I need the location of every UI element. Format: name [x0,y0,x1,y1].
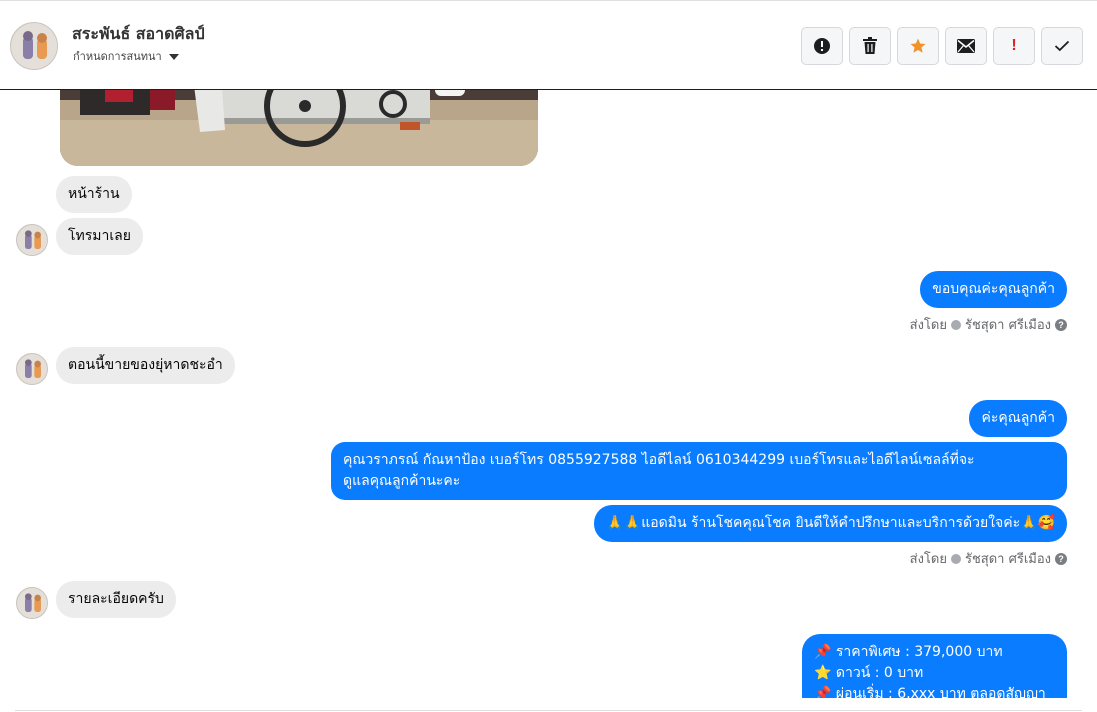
check-icon [1054,40,1070,52]
delete-button[interactable] [849,27,891,65]
photo-attachment[interactable] [60,90,538,166]
header-actions: ! [801,27,1083,65]
done-button[interactable] [1041,27,1083,65]
sent-by-agent: รัชสุดา ศรีเมือง [964,318,1051,333]
mark-unread-button[interactable] [945,27,987,65]
important-button[interactable]: ! [993,27,1035,65]
sent-by-label: ส่งโดย [909,552,947,567]
outgoing-message[interactable]: คุณวราภรณ์ กัณหาป้อง เบอร์โทร 0855927588… [331,442,1067,500]
contact-avatar[interactable] [10,22,58,70]
message-line: คุณวราภรณ์ กัณหาป้อง เบอร์โทร 0855927588… [343,452,975,468]
verified-icon [950,553,961,564]
sent-by-info: ส่งโดย รัชสุดา ศรีเมือง ? [910,314,1067,335]
outgoing-message[interactable]: 🙏🙏แอดมิน ร้านโชคคุณโชค ยินดีให้คำปรึกษาแ… [594,505,1067,542]
incoming-message[interactable]: รายละเอียดครับ [56,581,176,618]
incoming-message[interactable]: โทรมาเลย [56,218,143,255]
alert-circle-icon [814,38,830,54]
sent-by-agent: รัชสุดา ศรีเมือง [964,552,1051,567]
star-icon [910,38,926,53]
report-button[interactable] [801,27,843,65]
message-line: ดูแลคุณลูกค้านะคะ [343,473,461,489]
sender-avatar[interactable] [16,224,48,256]
contact-name: สระพันธ์ สอาดศิลป์ [72,24,205,43]
verified-icon [950,319,961,330]
message-line: ⭐ ดาวน์ : 0 บาท [814,665,924,681]
incoming-message[interactable]: ตอนนี้ขายของยุ่หาดชะอำ [56,347,235,384]
message-list: หน้าร้าน โทรมาเลย ขอบคุณค่ะคุณลูกค้า ส่ง… [0,90,1097,712]
outgoing-message[interactable]: ขอบคุณค่ะคุณลูกค้า [920,271,1067,308]
help-icon[interactable]: ? [1055,552,1067,565]
assign-label: กำหนดการสนทนา [73,50,162,63]
sender-avatar[interactable] [16,587,48,619]
help-icon[interactable]: ? [1055,318,1067,331]
outgoing-message[interactable]: ค่ะคุณลูกค้า [969,400,1067,437]
caret-down-icon [168,54,179,60]
star-button[interactable] [897,27,939,65]
conversation-header: สระพันธ์ สอาดศิลป์ กำหนดการสนทนา ! [0,0,1097,90]
composer-divider [15,710,1082,711]
sender-avatar[interactable] [16,353,48,385]
trash-icon [863,37,877,54]
sent-by-label: ส่งโดย [909,318,947,333]
assign-conversation-dropdown[interactable]: กำหนดการสนทนา [73,47,179,65]
sent-by-info: ส่งโดย รัชสุดา ศรีเมือง ? [910,548,1067,569]
incoming-message[interactable]: หน้าร้าน [56,176,132,213]
message-line: 📌 ผ่อนเริ่ม : 6,xxx บาท ตลอดสัญญา [814,686,1046,698]
exclamation-icon: ! [1011,37,1017,54]
outgoing-message-clip: 📌 ราคาพิเศษ : 379,000 บาท ⭐ ดาวน์ : 0 บา… [802,634,1067,698]
message-line: 📌 ราคาพิเศษ : 379,000 บาท [814,644,1003,660]
outgoing-message[interactable]: 📌 ราคาพิเศษ : 379,000 บาท ⭐ ดาวน์ : 0 บา… [802,634,1067,698]
envelope-icon [957,39,975,53]
